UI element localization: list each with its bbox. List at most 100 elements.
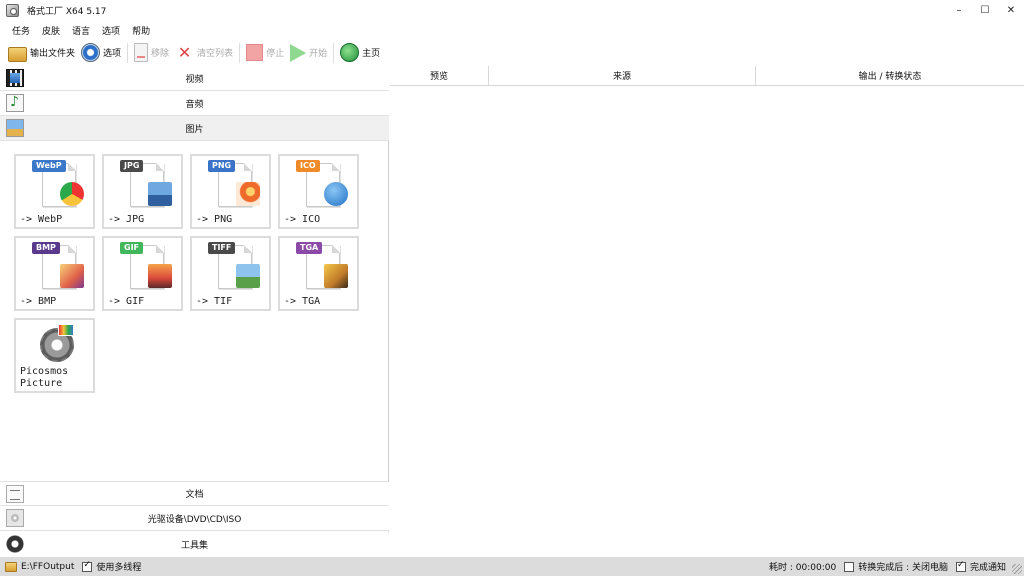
task-list[interactable]: 预览 来源 输出 / 转换状态 [390, 66, 1024, 557]
app-icon [6, 4, 19, 17]
tool-label: -> TGA [284, 296, 321, 307]
elapsed-time: 耗时 : 00:00:00 [769, 563, 837, 573]
tool-label: Picosmos Picture [20, 366, 68, 390]
category-tools[interactable]: 工具集 [0, 532, 389, 557]
tool-bmp[interactable]: BMP -> BMP [14, 236, 95, 311]
music-note-icon [6, 94, 24, 112]
tool-jpg[interactable]: JPG -> JPG [102, 154, 183, 229]
toolbar-separator [127, 42, 129, 63]
globe-icon [340, 43, 360, 62]
category-label: 音频 [185, 99, 204, 110]
file-badge: PNG [208, 160, 236, 172]
tool-label: -> BMP [20, 296, 57, 307]
menu-language[interactable]: 语言 [66, 24, 96, 37]
webp-file-icon: WebP [32, 160, 84, 210]
start-label: 开始 [309, 49, 328, 59]
minimize-button[interactable]: – [946, 0, 972, 21]
resize-grip[interactable] [1012, 564, 1022, 574]
category-disc[interactable]: 光驱设备\DVD\CD\ISO [0, 506, 389, 531]
menu-help[interactable]: 帮助 [126, 24, 156, 37]
home-label: 主页 [362, 49, 381, 59]
file-badge: WebP [32, 160, 66, 172]
file-badge: JPG [120, 160, 144, 172]
file-badge: ICO [296, 160, 320, 172]
toolbar: 输出文件夹 选项 移除 ✕ 清空列表 停止 开始 主页 [0, 39, 1024, 66]
category-video[interactable]: 视频 [0, 66, 389, 91]
status-right: 耗时 : 00:00:00 转换完成后 : 关闭电脑 完成通知 [769, 557, 1006, 576]
multithread-label: 使用多线程 [96, 563, 142, 573]
options-label: 选项 [103, 49, 122, 59]
options-icon [81, 43, 101, 62]
picosmos-gear-icon [32, 322, 80, 372]
tool-tif[interactable]: TIFF -> TIF [190, 236, 271, 311]
disc-icon [6, 509, 24, 527]
stop-icon [246, 44, 264, 61]
menu-options[interactable]: 选项 [96, 24, 126, 37]
start-button[interactable]: 开始 [290, 42, 327, 64]
column-output-status[interactable]: 输出 / 转换状态 [756, 66, 1024, 86]
category-audio[interactable]: 音频 [0, 91, 389, 116]
png-file-icon: PNG [208, 160, 260, 210]
folder-icon [8, 47, 27, 62]
category-image[interactable]: 图片 [0, 116, 389, 141]
clear-list-button[interactable]: ✕ 清空列表 [175, 42, 233, 64]
remove-button[interactable]: 移除 [134, 42, 169, 64]
category-label: 视频 [185, 74, 204, 85]
stop-label: 停止 [266, 49, 285, 59]
menu-skin[interactable]: 皮肤 [36, 24, 66, 37]
tool-ico[interactable]: ICO -> ICO [278, 154, 359, 229]
maximize-button[interactable]: ☐ [972, 0, 998, 21]
tool-label: -> JPG [108, 214, 145, 225]
after-convert-checkbox[interactable] [844, 561, 855, 572]
picosmos-line1: Picosmos [20, 366, 69, 377]
toolbar-separator [333, 42, 335, 63]
tool-webp[interactable]: WebP -> WebP [14, 154, 95, 229]
status-bar: E:\FFOutput 使用多线程 耗时 : 00:00:00 转换完成后 : … [0, 557, 1024, 576]
remove-icon [134, 43, 149, 62]
play-icon [290, 43, 307, 62]
column-preview[interactable]: 预览 [390, 66, 489, 86]
file-badge: GIF [120, 242, 144, 254]
film-icon [6, 69, 24, 87]
after-convert-label[interactable]: 转换完成后 : 关闭电脑 [858, 560, 948, 573]
output-path[interactable]: E:\FFOutput [21, 562, 74, 572]
category-label: 光驱设备\DVD\CD\ISO [147, 514, 242, 525]
clear-list-label: 清空列表 [197, 49, 234, 59]
tga-file-icon: TGA [296, 242, 348, 292]
remove-label: 移除 [151, 49, 170, 59]
file-badge: TGA [296, 242, 323, 254]
bmp-file-icon: BMP [32, 242, 84, 292]
window-controls: – ☐ ✕ [946, 0, 1024, 21]
file-badge: BMP [32, 242, 60, 254]
tiff-file-icon: TIFF [208, 242, 260, 292]
document-icon [6, 485, 24, 503]
notify-checkbox[interactable] [955, 560, 966, 572]
column-source[interactable]: 来源 [489, 66, 756, 86]
gif-file-icon: GIF [120, 242, 172, 292]
title-bar: 格式工厂 X64 5.17 – ☐ ✕ [0, 0, 1024, 21]
file-badge: TIFF [208, 242, 236, 254]
tool-label: -> WebP [20, 214, 63, 225]
output-folder-button[interactable]: 输出文件夹 [8, 42, 75, 64]
output-folder-label: 输出文件夹 [30, 49, 76, 59]
tool-tga[interactable]: TGA -> TGA [278, 236, 359, 311]
menu-task[interactable]: 任务 [6, 24, 36, 37]
toolbar-separator [239, 42, 241, 63]
category-label: 文档 [185, 490, 204, 500]
tool-label: -> ICO [284, 214, 321, 225]
folder-icon [5, 561, 17, 572]
stop-button[interactable]: 停止 [246, 42, 284, 64]
multithread-checkbox[interactable] [82, 560, 93, 572]
film-reel-icon [6, 535, 24, 553]
window-title: 格式工厂 X64 5.17 [27, 7, 107, 17]
category-document[interactable]: 文档 [0, 481, 389, 506]
image-tools-grid: WebP -> WebP JPG -> JPG PNG -> PNG ICO -… [0, 142, 389, 481]
tool-png[interactable]: PNG -> PNG [190, 154, 271, 229]
tool-picosmos[interactable]: Picosmos Picture [14, 318, 95, 393]
ico-file-icon: ICO [296, 160, 348, 210]
options-button[interactable]: 选项 [81, 42, 121, 64]
home-button[interactable]: 主页 [340, 42, 380, 64]
tool-gif[interactable]: GIF -> GIF [102, 236, 183, 311]
close-button[interactable]: ✕ [998, 0, 1024, 21]
image-icon [6, 119, 24, 137]
